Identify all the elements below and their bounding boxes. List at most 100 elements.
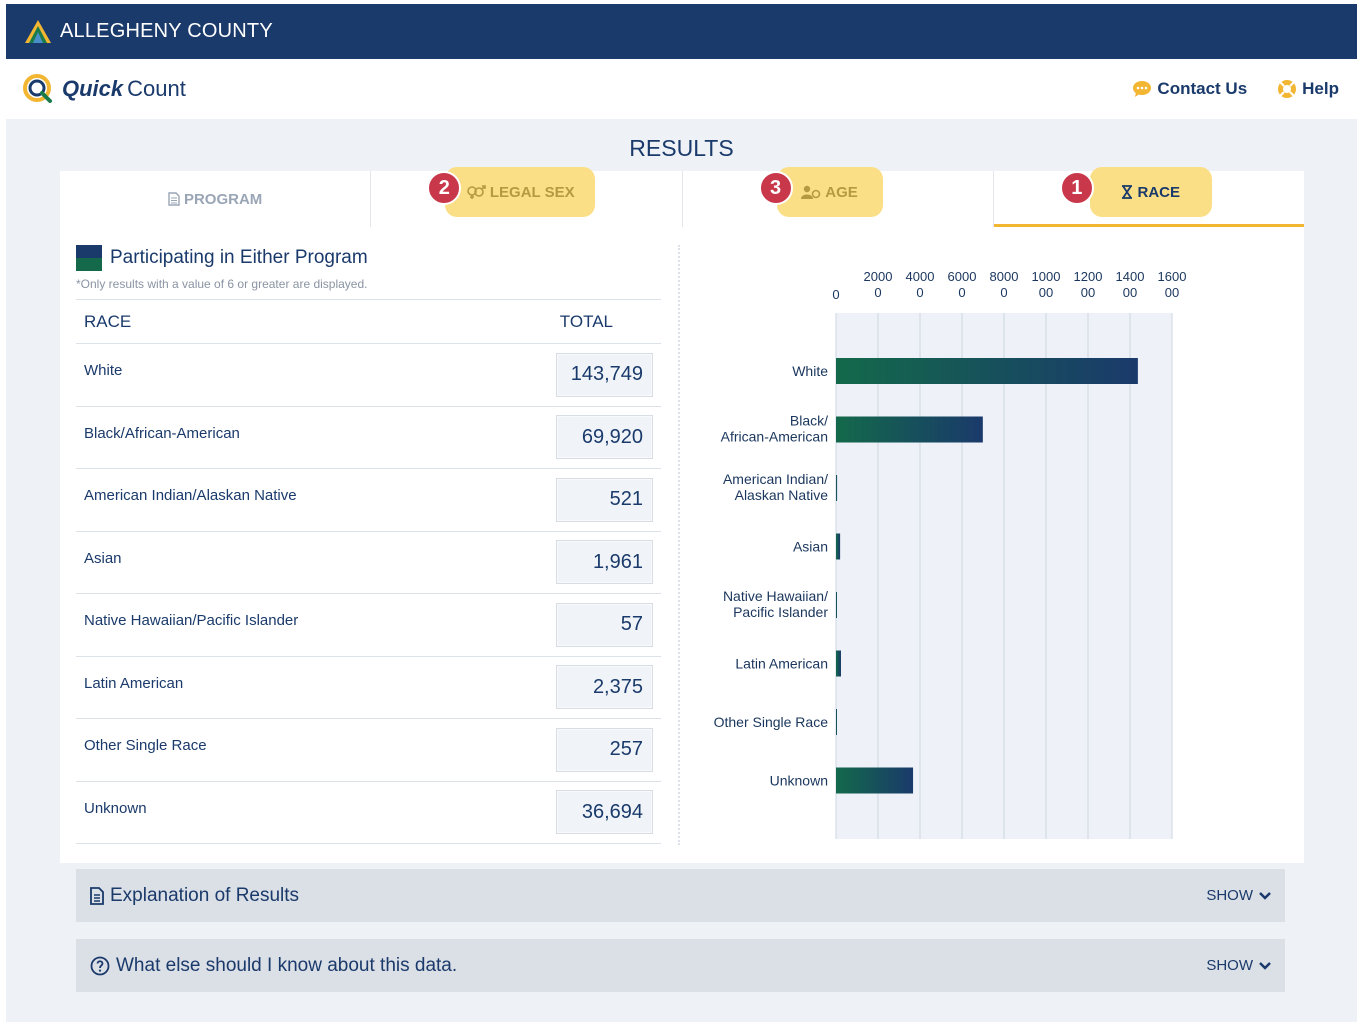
app-bar: Quick Count Contact Us Help	[6, 59, 1357, 119]
bar	[836, 650, 841, 677]
contact-us-link[interactable]: Contact Us	[1132, 79, 1247, 99]
table-row: Asian 1,961	[76, 532, 661, 594]
category-label: Other Single Race	[714, 714, 829, 730]
tab-program[interactable]: PROGRAM	[60, 171, 372, 227]
race-total: 143,749	[556, 352, 653, 397]
results-table: Participating in Either Program *Only re…	[76, 245, 661, 844]
col-total-header: TOTAL	[559, 311, 613, 331]
step-badge: 2	[427, 171, 462, 205]
document-icon	[90, 886, 104, 905]
tab-legal-sex[interactable]: LEGAL SEX 2	[371, 167, 683, 227]
race-bar-chart: 0 2000 0 4000 0 6000 0 8000 0 1000 00 1200 00 1400 00 1…	[714, 269, 1187, 839]
top-nav: Contact Us Help	[1102, 79, 1339, 99]
lifebuoy-icon	[1278, 80, 1297, 98]
tab-race[interactable]: RACE 1	[993, 167, 1304, 227]
chevron-down-icon	[1259, 891, 1271, 900]
results-note: *Only results with a value of 6 or great…	[76, 277, 661, 300]
race-total: 257	[556, 727, 653, 772]
legend-title: Participating in Either Program	[110, 247, 368, 268]
race-name: Native Hawaiian/Pacific Islander	[84, 612, 299, 630]
race-name: White	[84, 362, 123, 380]
table-header: RACE TOTAL	[76, 300, 661, 344]
tab-program-label: PROGRAM	[183, 190, 263, 208]
bar	[836, 416, 983, 443]
help-label: Help	[1302, 79, 1339, 98]
quickcount-q-icon	[23, 74, 52, 103]
results-tabs: PROGRAM LEGAL SEX 2 AGE 3 RACE 1	[60, 167, 1304, 227]
race-name: Unknown	[84, 799, 147, 817]
contact-us-label: Contact Us	[1157, 79, 1248, 98]
explanation-accordion[interactable]: Explanation of Results SHOW	[76, 869, 1285, 922]
race-name: Black/African-American	[84, 424, 240, 442]
category-label: Asian	[793, 539, 828, 555]
x-tick-label: 6000 0	[948, 269, 977, 300]
tab-race-highlight: RACE	[1089, 167, 1212, 217]
county-name: ALLEGHENY COUNTY	[60, 20, 273, 42]
table-row: American Indian/Alaskan Native 521	[76, 469, 661, 532]
bar	[836, 592, 837, 618]
category-label: Black/African-American	[721, 413, 828, 445]
table-row: Other Single Race 257	[76, 719, 661, 782]
results-panel: Participating in Either Program *Only re…	[60, 227, 1304, 863]
table-row: Latin American 2,375	[76, 657, 661, 719]
data-info-title: What else should I know about this data.	[90, 955, 457, 977]
step-badge: 1	[1059, 171, 1094, 205]
category-label: Native Hawaiian/Pacific Islander	[723, 588, 828, 620]
bar	[836, 358, 1138, 384]
table-row: White 143,749	[76, 344, 661, 407]
data-info-show-toggle[interactable]: SHOW	[1206, 957, 1271, 974]
tab-race-label: RACE	[1137, 183, 1180, 201]
x-tick-label: 1200 00	[1074, 269, 1103, 300]
table-row: Unknown 36,694	[76, 782, 661, 844]
race-total: 36,694	[556, 790, 653, 835]
explanation-title: Explanation of Results	[90, 885, 299, 907]
category-label: American Indian/Alaskan Native	[723, 471, 828, 503]
legend-header: Participating in Either Program	[76, 245, 661, 271]
tab-legal-sex-label: LEGAL SEX	[489, 183, 575, 201]
help-link[interactable]: Help	[1277, 79, 1339, 99]
x-tick-label: 1400 00	[1116, 269, 1145, 300]
race-total: 521	[556, 477, 653, 522]
race-total: 1,961	[556, 540, 653, 585]
tab-program-content: PROGRAM	[168, 191, 262, 208]
table-row: Native Hawaiian/Pacific Islander 57	[76, 594, 661, 657]
tab-age-content: AGE	[801, 184, 858, 201]
bar	[836, 709, 837, 735]
x-tick-label: 0	[832, 287, 839, 302]
question-circle-icon	[90, 956, 110, 975]
explanation-label: Explanation of Results	[110, 884, 300, 906]
race-name: Other Single Race	[84, 737, 207, 755]
col-race-header: RACE	[84, 311, 132, 331]
bar	[836, 533, 841, 560]
race-total: 69,920	[556, 415, 653, 460]
bar	[836, 475, 838, 501]
category-label: White	[792, 363, 828, 379]
page-title: RESULTS	[629, 135, 734, 161]
tab-age[interactable]: AGE 3	[683, 167, 994, 227]
x-tick-label: 1600 00	[1158, 269, 1187, 300]
document-icon	[168, 192, 180, 206]
brand-count: Count	[127, 76, 186, 101]
race-name: American Indian/Alaskan Native	[84, 487, 297, 505]
county-logo-icon	[25, 19, 51, 43]
explanation-show-toggle[interactable]: SHOW	[1206, 887, 1271, 904]
category-label: Unknown	[770, 773, 828, 789]
quickcount-logo[interactable]: Quick Count	[22, 73, 186, 105]
hourglass-icon	[1122, 185, 1133, 199]
race-name: Asian	[84, 549, 122, 567]
x-tick-label: 4000 0	[906, 269, 935, 300]
table-row: Black/African-American 69,920	[76, 407, 661, 469]
race-name: Latin American	[84, 674, 184, 692]
people-icon	[801, 185, 821, 199]
legend-swatch	[76, 245, 102, 271]
step-badge: 3	[758, 171, 793, 205]
data-info-label: What else should I know about this data.	[116, 954, 458, 976]
data-info-accordion[interactable]: What else should I know about this data.…	[76, 939, 1285, 992]
tab-legal-sex-highlight: LEGAL SEX	[445, 167, 596, 217]
show-label: SHOW	[1206, 957, 1253, 974]
race-total: 2,375	[556, 665, 653, 710]
gender-icon	[467, 185, 486, 199]
x-tick-label: 2000 0	[864, 269, 893, 300]
x-tick-label: 1000 00	[1032, 269, 1061, 300]
bar	[836, 767, 914, 794]
